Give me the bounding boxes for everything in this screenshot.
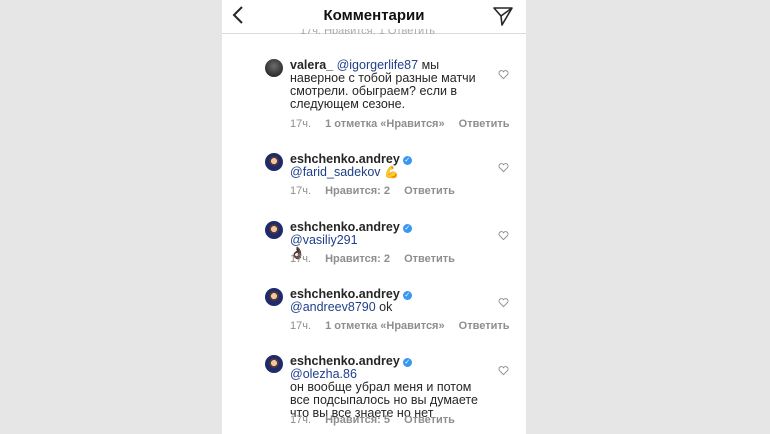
avatar[interactable]	[265, 221, 283, 239]
comment-line: следующем сезоне.	[290, 97, 406, 111]
comment-line: мы	[421, 58, 440, 72]
comment-username[interactable]: eshchenko.andrey	[290, 220, 400, 234]
comment-time: 17ч.	[290, 253, 312, 265]
comment-mention[interactable]: @farid_sadekov	[290, 165, 381, 179]
comment-meta: 17ч. Нравится: 5 Ответить	[290, 414, 466, 426]
send-icon	[493, 7, 513, 26]
avatar[interactable]	[265, 355, 283, 373]
comment-username[interactable]: eshchenko.andrey	[290, 152, 400, 166]
avatar[interactable]	[265, 59, 283, 77]
heart-icon[interactable]	[498, 365, 509, 376]
comment-meta: 17ч. Нравится: 2 Ответить	[290, 253, 466, 265]
comment-likes[interactable]: 1 отметка «Нравится»	[325, 320, 445, 332]
reply-button[interactable]: Ответить	[404, 253, 455, 265]
comment-meta: 17ч. 1 отметка «Нравится» Ответить	[290, 320, 521, 332]
comment-mention[interactable]: @igorgerlife87	[337, 58, 418, 72]
comment-time: 17ч.	[290, 118, 312, 130]
comment-time: 17ч.	[290, 185, 312, 197]
comment-username[interactable]: valera_	[290, 58, 333, 72]
comment-time: 17ч.	[290, 320, 312, 332]
comments-screen: Комментарии 17ч. Нравится: 1 Ответить va…	[222, 0, 526, 434]
comment-likes[interactable]: Нравится: 2	[325, 253, 390, 265]
comment-likes[interactable]: 1 отметка «Нравится»	[325, 118, 445, 130]
reply-button[interactable]: Ответить	[404, 185, 455, 197]
comment-meta: 17ч. 1 отметка «Нравится» Ответить	[290, 118, 521, 130]
comment-line: ok	[379, 300, 393, 314]
comment-username[interactable]: eshchenko.andrey	[290, 287, 400, 301]
comment-line: все подсыпалось но вы думаете	[290, 393, 478, 407]
heart-icon[interactable]	[498, 162, 509, 173]
reply-button[interactable]: Ответить	[459, 320, 510, 332]
comment-text: valera_ @igorgerlife87 мы наверное с тоб…	[290, 59, 484, 111]
comment-time: 17ч.	[290, 414, 312, 426]
top-bar: Комментарии 17ч. Нравится: 1 Ответить	[222, 0, 526, 34]
reply-button[interactable]: Ответить	[404, 414, 455, 426]
comment-line: наверное с тобой разные матчи	[290, 71, 476, 85]
comment-meta: 17ч. Нравится: 2 Ответить	[290, 185, 466, 197]
heart-icon[interactable]	[498, 69, 509, 80]
comment-username[interactable]: eshchenko.andrey	[290, 354, 400, 368]
comment-line: смотрели. обыграем? если в	[290, 84, 458, 98]
comment-text: eshchenko.andrey ✓ @andreev8790 ok	[290, 288, 484, 314]
avatar[interactable]	[265, 153, 283, 171]
comment-text: eshchenko.andrey ✓ @olezha.86 он вообще у…	[290, 355, 484, 420]
verified-badge-icon: ✓	[402, 156, 412, 165]
comment-likes[interactable]: Нравится: 2	[325, 185, 390, 197]
comment-likes[interactable]: Нравится: 5	[325, 414, 390, 426]
comment-mention[interactable]: @vasiliy291	[290, 233, 358, 247]
reply-button[interactable]: Ответить	[459, 118, 510, 130]
heart-icon[interactable]	[498, 230, 509, 241]
verified-badge-icon: ✓	[402, 224, 412, 233]
avatar[interactable]	[265, 288, 283, 306]
heart-icon[interactable]	[498, 297, 509, 308]
page-title: Комментарии	[323, 7, 425, 24]
verified-badge-icon: ✓	[402, 358, 412, 367]
comment-mention[interactable]: @olezha.86	[290, 367, 357, 381]
previous-comment-meta: 17ч. Нравится: 1 Ответить	[300, 29, 435, 34]
verified-badge-icon: ✓	[402, 291, 412, 300]
comment-mention[interactable]: @andreev8790	[290, 300, 376, 314]
comment-line: он вообще убрал меня и потом	[290, 380, 472, 394]
flexed-biceps-emoji: 💪	[384, 165, 399, 179]
comment-text: eshchenko.andrey ✓ @farid_sadekov 💪	[290, 153, 484, 179]
share-button[interactable]	[492, 5, 514, 27]
